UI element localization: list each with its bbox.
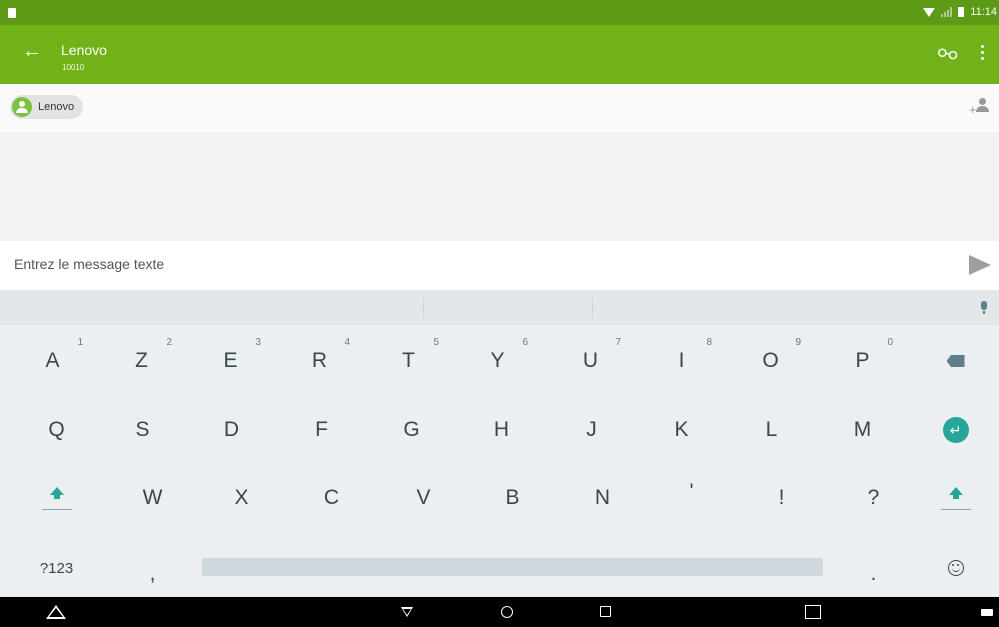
shift-icon — [940, 486, 971, 510]
key-a[interactable]: A1 — [8, 331, 97, 391]
key-w[interactable]: W — [108, 468, 197, 528]
keyboard-icon[interactable] — [981, 609, 993, 616]
key-j[interactable]: J — [547, 400, 636, 460]
add-person-icon[interactable]: + — [969, 96, 991, 118]
conversation-number: 10010 — [62, 63, 85, 72]
shift-icon — [41, 486, 72, 510]
suggestion-divider — [592, 298, 593, 318]
backspace-icon — [946, 355, 965, 367]
key-y[interactable]: Y6 — [453, 331, 542, 391]
key-question[interactable]: ? — [829, 468, 918, 528]
key-l[interactable]: L — [727, 400, 816, 460]
conversation-title: Lenovo — [61, 42, 107, 58]
app-bar: ← Lenovo 10010 ☍ — [0, 25, 999, 84]
enter-icon: ↵ — [942, 417, 969, 443]
suggestion-strip — [0, 290, 999, 325]
enter-key[interactable]: ↵ — [912, 400, 999, 460]
status-icons: 11:14 — [923, 6, 997, 18]
status-bar: 11:14 — [0, 0, 999, 25]
key-z[interactable]: Z2 — [97, 331, 186, 391]
key-i[interactable]: I8 — [637, 331, 726, 391]
emoji-key[interactable] — [912, 538, 999, 598]
key-f[interactable]: F — [277, 400, 366, 460]
backspace-key[interactable] — [912, 331, 999, 391]
key-k[interactable]: K — [637, 400, 726, 460]
send-icon[interactable] — [969, 255, 991, 275]
key-b[interactable]: B — [468, 468, 557, 528]
navigation-bar — [0, 597, 999, 627]
nav-home-icon[interactable] — [501, 606, 513, 618]
mic-icon[interactable] — [981, 301, 987, 314]
key-d[interactable]: D — [187, 400, 276, 460]
battery-icon — [958, 7, 965, 17]
key-c[interactable]: C — [287, 468, 376, 528]
key-exclamation[interactable]: ! — [737, 468, 826, 528]
nav-recents-icon[interactable] — [600, 606, 611, 617]
arrow-left-icon[interactable]: ← — [22, 40, 42, 63]
symbols-key[interactable]: ?123 — [12, 538, 101, 598]
key-h[interactable]: H — [457, 400, 546, 460]
key-comma[interactable]: , — [108, 544, 197, 604]
sim-card-icon — [8, 8, 16, 18]
home-triangle-icon[interactable] — [46, 605, 66, 619]
key-e[interactable]: E3 — [186, 331, 275, 391]
more-vert-icon[interactable] — [981, 45, 985, 63]
avatar-icon — [12, 97, 32, 117]
shift-key-left[interactable] — [12, 468, 101, 528]
shift-key-right[interactable] — [912, 468, 999, 528]
suggestion-divider — [423, 298, 424, 318]
key-s[interactable]: S — [98, 400, 187, 460]
key-t[interactable]: T5 — [364, 331, 453, 391]
recipient-chip[interactable]: Lenovo — [10, 95, 84, 119]
key-r[interactable]: R4 — [275, 331, 364, 391]
resize-icon[interactable] — [805, 605, 821, 619]
status-time: 11:14 — [970, 6, 997, 18]
key-p[interactable]: P0 — [818, 331, 907, 391]
key-apostrophe[interactable]: ' — [647, 462, 736, 522]
key-v[interactable]: V — [379, 468, 468, 528]
emoji-icon — [947, 560, 964, 576]
compose-bar — [0, 241, 999, 290]
nav-back-icon[interactable] — [401, 607, 413, 617]
signal-icon — [941, 7, 953, 17]
space-bar[interactable] — [202, 558, 823, 576]
key-o[interactable]: O9 — [726, 331, 815, 391]
key-u[interactable]: U7 — [546, 331, 635, 391]
key-n[interactable]: N — [558, 468, 647, 528]
key-period[interactable]: . — [829, 544, 918, 604]
key-x[interactable]: X — [197, 468, 286, 528]
recipient-chip-label: Lenovo — [38, 101, 75, 113]
key-m[interactable]: M — [818, 400, 907, 460]
recipients-bar: Lenovo + — [0, 84, 999, 133]
paperclip-icon[interactable]: ☍ — [931, 38, 963, 70]
key-q[interactable]: Q — [12, 400, 101, 460]
key-g[interactable]: G — [367, 400, 456, 460]
wifi-icon — [923, 7, 936, 17]
message-input[interactable] — [12, 255, 916, 273]
keyboard: A1 Z2 E3 R4 T5 Y6 U7 I8 O9 P0 Q S D F G … — [0, 290, 999, 597]
